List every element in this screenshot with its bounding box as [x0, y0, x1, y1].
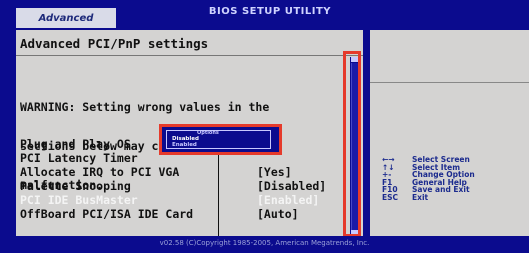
- warning-line: WARNING: Setting wrong values in the: [20, 100, 270, 114]
- title-divider: [16, 55, 363, 56]
- help-panel: ←→ Select Screen ↑↓ Select Item +- Change O…: [370, 30, 529, 236]
- bios-screen: Advanced BIOS SETUP UTILITY Advanced PCI…: [0, 0, 529, 253]
- setting-value[interactable]: [Auto]: [257, 207, 299, 221]
- setting-pci-latency-timer[interactable]: PCI Latency Timer: [20, 151, 138, 165]
- setting-allocate-irq[interactable]: Allocate IRQ to PCI VGA: [20, 165, 179, 179]
- help-divider: [370, 82, 529, 83]
- legend-action: Exit: [412, 192, 429, 202]
- setting-value[interactable]: [Disabled]: [257, 179, 326, 193]
- setting-offboard-ide-card[interactable]: OffBoard PCI/ISA IDE Card: [20, 207, 193, 221]
- scrollbar-callout-box: [343, 51, 361, 237]
- key-legend: ←→ Select Screen ↑↓ Select Item +- Change O…: [382, 156, 475, 202]
- option-enabled[interactable]: Enabled: [172, 142, 197, 148]
- top-bar: Advanced BIOS SETUP UTILITY: [0, 0, 529, 30]
- setting-value[interactable]: [Yes]: [257, 165, 292, 179]
- footer-bar: v02.58 (C)Copyright 1985-2005, American …: [0, 236, 529, 253]
- utility-title: BIOS SETUP UTILITY: [208, 6, 332, 17]
- popup-title: Options: [197, 130, 219, 136]
- options-popup: Options Disabled Enabled: [159, 124, 282, 155]
- legend-row: ESC Exit: [382, 194, 475, 202]
- setting-value[interactable]: [Enabled]: [257, 193, 319, 207]
- tab-advanced[interactable]: Advanced: [16, 8, 116, 28]
- setting-plug-and-play-os[interactable]: Plug and Play OS: [20, 137, 131, 151]
- setting-pci-ide-busmaster[interactable]: PCI IDE BusMaster: [20, 193, 138, 207]
- legend-key: ESC: [382, 192, 399, 202]
- copyright-text: v02.58 (C)Copyright 1985-2005, American …: [159, 239, 370, 247]
- setting-palette-snooping[interactable]: Palette Snooping: [20, 179, 131, 193]
- page-title: Advanced PCI/PnP settings: [20, 36, 209, 51]
- options-list: Options Disabled Enabled: [166, 130, 271, 149]
